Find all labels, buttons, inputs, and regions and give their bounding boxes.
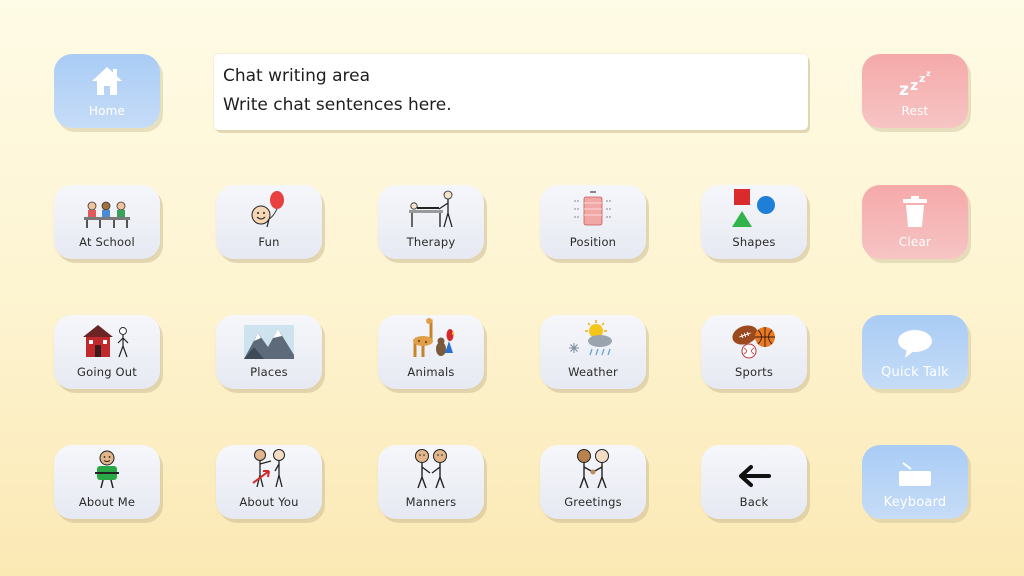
therapy-button[interactable]: Therapy — [378, 185, 484, 259]
weather-button[interactable]: Weather — [540, 315, 646, 389]
about-you-button[interactable]: About You — [216, 445, 322, 519]
sports-button[interactable]: Sports — [701, 315, 807, 389]
going-out-button[interactable]: Going Out — [54, 315, 160, 389]
svg-text:z: z — [899, 80, 909, 98]
home-label: Home — [88, 104, 126, 118]
svg-text:z: z — [926, 69, 931, 78]
shapes-icon — [701, 185, 807, 229]
fun-label: Fun — [258, 235, 280, 249]
giraffe-parrot-icon — [378, 315, 484, 359]
about-me-label: About Me — [78, 495, 136, 509]
keyboard-icon — [862, 445, 968, 489]
therapy-label: Therapy — [406, 235, 456, 249]
house-walker-icon — [54, 315, 160, 359]
places-button[interactable]: Places — [216, 315, 322, 389]
trash-icon — [862, 185, 968, 229]
greetings-label: Greetings — [564, 495, 622, 509]
house-icon — [54, 54, 160, 98]
greetings-button[interactable]: Greetings — [540, 445, 646, 519]
chat-title: Chat writing area — [223, 66, 371, 86]
about-you-label: About You — [239, 495, 299, 509]
keyboard-label: Keyboard — [883, 495, 947, 510]
chat-writing-area[interactable]: Chat writing area Write chat sentences h… — [214, 54, 808, 130]
two-people-icon — [378, 445, 484, 489]
animals-button[interactable]: Animals — [378, 315, 484, 389]
balls-icon — [701, 315, 807, 359]
svg-text:z: z — [910, 78, 918, 94]
clear-button[interactable]: Clear — [862, 185, 968, 259]
zzz-icon: z z z z — [862, 54, 968, 98]
position-label: Position — [569, 235, 617, 249]
balloon-icon — [216, 185, 322, 229]
clear-label: Clear — [898, 235, 932, 249]
sun-cloud-snow-icon — [540, 315, 646, 359]
back-label: Back — [739, 495, 769, 509]
weather-label: Weather — [568, 365, 618, 379]
position-button[interactable]: Position — [540, 185, 646, 259]
home-button[interactable]: Home — [54, 54, 160, 128]
at-school-label: At School — [79, 235, 135, 249]
person-pointing-icon — [216, 445, 322, 489]
manners-label: Manners — [405, 495, 457, 509]
rest-label: Rest — [901, 104, 929, 118]
svg-text:z: z — [919, 72, 925, 85]
shapes-button[interactable]: Shapes — [701, 185, 807, 259]
mountains-icon — [216, 315, 322, 359]
keyboard-button[interactable]: Keyboard — [862, 445, 968, 519]
students-at-desks-icon — [54, 185, 160, 229]
position-icon — [540, 185, 646, 229]
places-label: Places — [250, 365, 288, 379]
handshake-icon — [540, 445, 646, 489]
about-me-button[interactable]: About Me — [54, 445, 160, 519]
back-button[interactable]: Back — [701, 445, 807, 519]
left-arrow-icon — [701, 445, 807, 489]
person-self-icon — [54, 445, 160, 489]
animals-label: Animals — [407, 365, 455, 379]
chat-placeholder: Write chat sentences here. — [223, 95, 452, 115]
quick-talk-label: Quick Talk — [881, 365, 949, 380]
speech-bubble-icon — [862, 315, 968, 359]
manners-button[interactable]: Manners — [378, 445, 484, 519]
at-school-button[interactable]: At School — [54, 185, 160, 259]
going-out-label: Going Out — [76, 365, 138, 379]
rest-button[interactable]: z z z z Rest — [862, 54, 968, 128]
quick-talk-button[interactable]: Quick Talk — [862, 315, 968, 389]
therapy-table-icon — [378, 185, 484, 229]
shapes-label: Shapes — [732, 235, 776, 249]
fun-button[interactable]: Fun — [216, 185, 322, 259]
sports-label: Sports — [734, 365, 774, 379]
